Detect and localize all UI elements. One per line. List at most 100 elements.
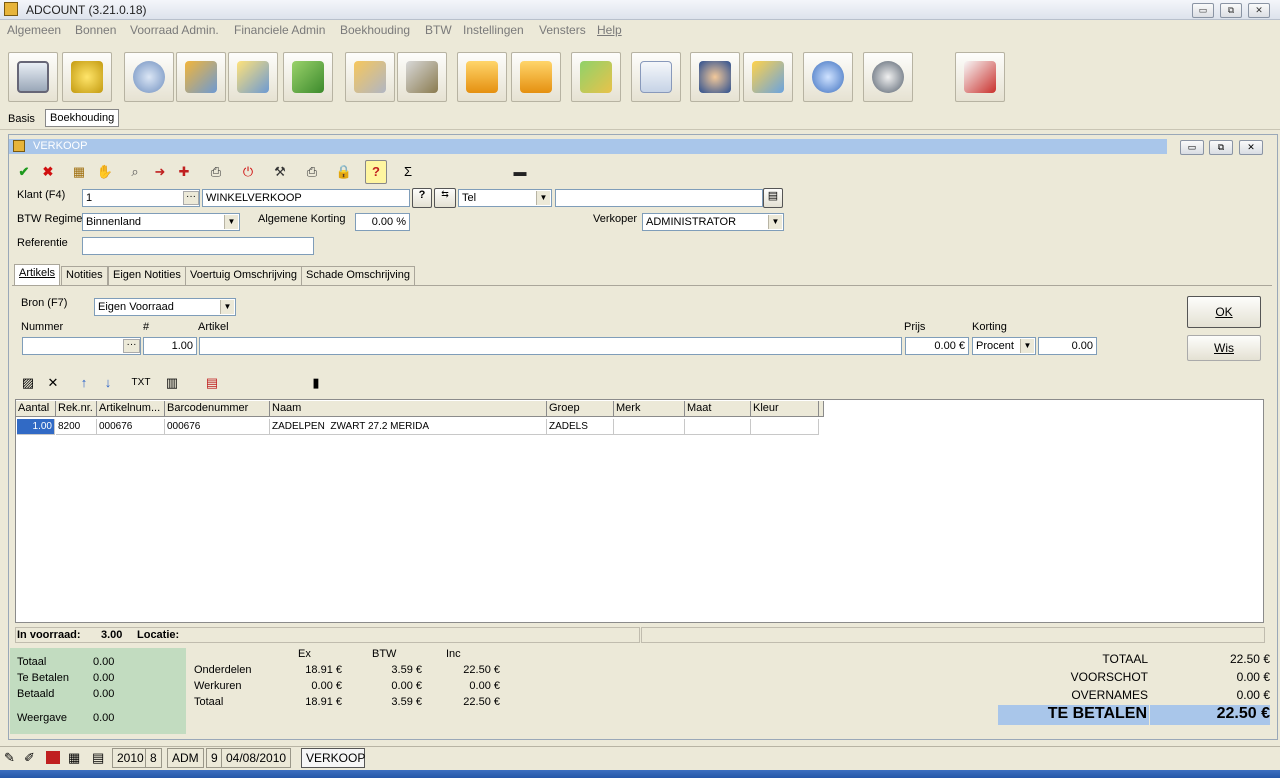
box-icon[interactable]	[345, 52, 395, 102]
col-reknr[interactable]: Rek.nr.	[56, 401, 97, 417]
move-up-icon[interactable]: ↑	[73, 371, 95, 395]
artikel-field[interactable]	[199, 337, 902, 355]
coins-icon[interactable]	[62, 52, 112, 102]
keys-icon[interactable]	[397, 52, 447, 102]
referentie-field[interactable]	[82, 237, 314, 255]
contact-value-field[interactable]	[555, 189, 763, 207]
import-arrow-icon[interactable]	[457, 52, 507, 102]
agenda-icon[interactable]	[46, 751, 60, 764]
qty-field[interactable]: 1.00	[143, 337, 197, 355]
inner-close-button[interactable]: ✕	[1239, 140, 1263, 155]
columns-icon[interactable]: ▥	[161, 371, 183, 395]
calculator-icon[interactable]: ▤	[92, 750, 104, 766]
menu-bonnen[interactable]: Bonnen	[75, 23, 116, 37]
menu-boekhouding[interactable]: Boekhouding	[340, 23, 410, 37]
export-arrow-icon[interactable]	[511, 52, 561, 102]
sum-icon[interactable]: Σ	[397, 160, 419, 184]
lightbulb-icon[interactable]	[803, 52, 853, 102]
col-kleur[interactable]: Kleur	[751, 401, 819, 417]
menu-algemeen[interactable]: Algemeen	[7, 23, 61, 37]
prijs-field[interactable]: 0.00 €	[905, 337, 969, 355]
klant-info-icon[interactable]: ?	[412, 188, 432, 208]
export-icon[interactable]: ▤	[201, 371, 223, 395]
notes-icon[interactable]: ✎	[4, 750, 15, 766]
menu-instellingen[interactable]: Instellingen	[463, 23, 524, 37]
table-cell[interactable]: 000676	[97, 419, 165, 435]
menu-voorraad-admin[interactable]: Voorraad Admin.	[130, 23, 219, 37]
article-grid[interactable]: Aantal Rek.nr. Artikelnum... Barcodenumm…	[15, 399, 1264, 623]
col-maat[interactable]: Maat	[685, 401, 751, 417]
col-aantal[interactable]: Aantal	[16, 401, 56, 417]
barcode-icon[interactable]: ▮	[305, 371, 327, 395]
tab-artikels[interactable]: Artikels	[14, 264, 61, 285]
inner-maximize-button[interactable]: ⧉	[1209, 140, 1233, 155]
inner-minimize-button[interactable]: ▭	[1180, 140, 1204, 155]
tab-voertuig-omschrijving[interactable]: Voertuig Omschrijving	[185, 266, 302, 285]
tools-icon[interactable]: ⚒	[269, 160, 291, 184]
speaker-icon[interactable]	[863, 52, 913, 102]
col-artikelnum[interactable]: Artikelnum...	[97, 401, 165, 417]
hand-icon[interactable]: ✋	[94, 160, 116, 184]
subtab-boekhouding[interactable]: Boekhouding	[45, 109, 120, 127]
nummer-lookup-button[interactable]: ···	[123, 339, 140, 353]
table-cell[interactable]: ZADELS	[547, 419, 614, 435]
klant-name-field[interactable]: WINKELVERKOOP	[202, 189, 410, 207]
confirm-icon[interactable]: ✔	[13, 160, 35, 184]
doc-add-icon[interactable]: ✚	[173, 160, 195, 184]
subtab-basis[interactable]: Basis	[4, 111, 39, 129]
korting-type-select[interactable]: Procent ▼	[972, 337, 1036, 355]
menu-vensters[interactable]: Vensters	[539, 23, 586, 37]
gear-monitor-icon[interactable]	[176, 52, 226, 102]
printer-icon[interactable]: ⎙	[301, 160, 323, 184]
verkoper-select[interactable]: ADMINISTRATOR ▼	[642, 213, 784, 231]
truck-icon[interactable]	[743, 52, 793, 102]
alert-icon[interactable]: ⏻	[237, 160, 259, 184]
tab-eigen-notities[interactable]: Eigen Notities	[108, 266, 186, 285]
contact-type-select[interactable]: Tel ▼	[458, 189, 552, 207]
table-cell[interactable]	[751, 419, 819, 435]
maximize-button[interactable]: ⧉	[1220, 3, 1242, 18]
tab-schade-omschrijving[interactable]: Schade Omschrijving	[301, 266, 415, 285]
keyboard-icon[interactable]: ▬	[509, 160, 531, 184]
bulb-monitor-icon[interactable]	[228, 52, 278, 102]
minimize-button[interactable]: ▭	[1192, 3, 1214, 18]
wis-button[interactable]: Wis	[1187, 335, 1261, 361]
paste-icon[interactable]: ▨	[17, 371, 39, 395]
close-button[interactable]: ✕	[1248, 3, 1270, 18]
menu-btw[interactable]: BTW	[425, 23, 452, 37]
help-icon[interactable]: ?	[365, 160, 387, 184]
col-barcodenummer[interactable]: Barcodenummer	[165, 401, 270, 417]
menu-help[interactable]: Help	[597, 23, 622, 37]
info-document-icon[interactable]	[955, 52, 1005, 102]
table-cell[interactable]	[614, 419, 685, 435]
lock-icon[interactable]: 🔒	[333, 160, 355, 184]
calc-icon[interactable]: ▦	[68, 160, 90, 184]
table-cell[interactable]: 000676	[165, 419, 270, 435]
edit-icon[interactable]: ✐	[24, 750, 35, 766]
gear-icon[interactable]	[124, 52, 174, 102]
print-icon[interactable]: ⎙	[205, 160, 227, 184]
doc-arrow-icon[interactable]: ➜	[149, 160, 171, 184]
download-window-icon[interactable]	[631, 52, 681, 102]
tab-notities[interactable]: Notities	[61, 266, 108, 285]
txt-button[interactable]: TXT	[128, 371, 154, 395]
table-cell[interactable]: 1.00	[17, 419, 55, 435]
korting-value-field[interactable]: 0.00	[1038, 337, 1097, 355]
search-doc-icon[interactable]: ⌕	[124, 160, 146, 184]
cart-icon[interactable]	[8, 52, 58, 102]
btw-select[interactable]: Binnenland ▼	[82, 213, 240, 231]
col-merk[interactable]: Merk	[614, 401, 685, 417]
table-cell[interactable]: ZADELPEN ZWART 27.2 MERIDA	[270, 419, 547, 435]
move-down-icon[interactable]: ↓	[97, 371, 119, 395]
korting-field[interactable]: 0.00 %	[355, 213, 410, 231]
table-cell[interactable]: 8200	[56, 419, 97, 435]
bron-select[interactable]: Eigen Voorraad ▼	[94, 298, 236, 316]
table-cell[interactable]	[685, 419, 751, 435]
klant-lookup-button[interactable]: ···	[183, 191, 199, 205]
ok-button[interactable]: OK	[1187, 296, 1261, 328]
user-icon[interactable]	[690, 52, 740, 102]
folder-download-icon[interactable]	[571, 52, 621, 102]
col-naam[interactable]: Naam	[270, 401, 547, 417]
klant-switch-icon[interactable]: ⇆	[434, 188, 456, 208]
menu-financiele-admin[interactable]: Financiele Admin	[234, 23, 325, 37]
